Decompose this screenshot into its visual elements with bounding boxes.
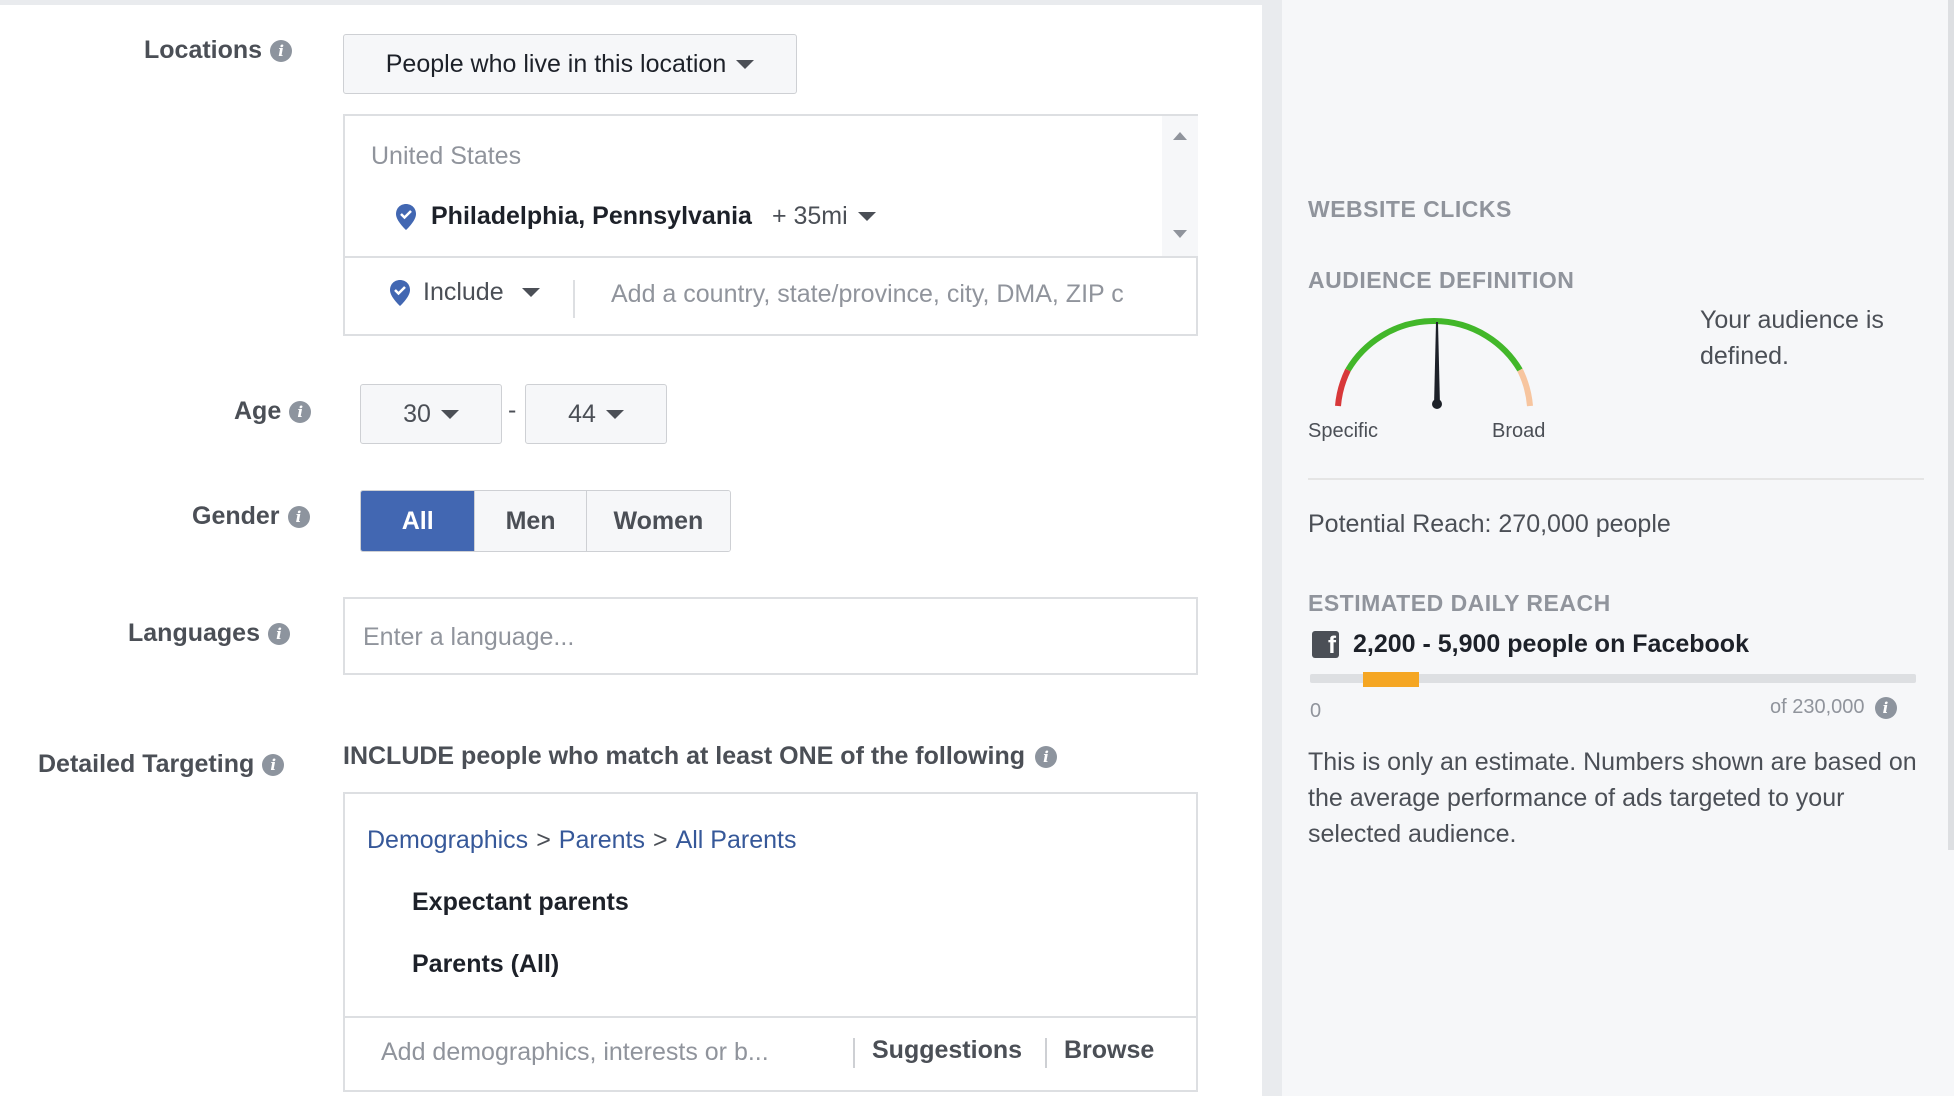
languages-label: Languages bbox=[128, 619, 290, 648]
reach-separator bbox=[1308, 478, 1924, 480]
reach-bar-fill bbox=[1363, 672, 1419, 687]
detailed-targeting-box: Demographics > Parents > All Parents Exp… bbox=[343, 792, 1198, 1092]
audience-panel bbox=[1282, 0, 1954, 1096]
reach-max-label: of 230,000 bbox=[1770, 696, 1865, 718]
audience-definition-title: AUDIENCE DEFINITION bbox=[1308, 267, 1575, 293]
breadcrumb-all-parents[interactable]: All Parents bbox=[676, 826, 797, 855]
language-input-placeholder: Enter a language... bbox=[363, 623, 575, 651]
gender-label-text: Gender bbox=[192, 502, 280, 530]
info-icon[interactable] bbox=[270, 39, 293, 62]
reach-bar-track bbox=[1310, 672, 1916, 687]
gender-all-button[interactable]: All bbox=[361, 491, 476, 551]
info-icon[interactable] bbox=[287, 505, 310, 528]
daily-reach-title: ESTIMATED DAILY REACH bbox=[1308, 590, 1611, 616]
targeting-separator bbox=[345, 1016, 1196, 1018]
languages-label-text: Languages bbox=[128, 619, 260, 647]
location-radius: + 35mi bbox=[771, 202, 848, 230]
location-list: United States Philadelphia, Pennsylvania… bbox=[345, 116, 1162, 258]
age-label: Age bbox=[234, 397, 312, 426]
daily-reach-value: 2,200 - 5,900 people on Facebook bbox=[1353, 630, 1749, 658]
audience-gauge bbox=[1335, 318, 1533, 409]
age-min-dropdown[interactable]: 30 bbox=[360, 384, 502, 444]
chevron-down-icon bbox=[440, 409, 459, 419]
detailed-targeting-label: Detailed Targeting bbox=[38, 750, 285, 779]
suggestions-button[interactable]: Suggestions bbox=[872, 1036, 1022, 1065]
targeting-breadcrumb: Demographics > Parents > All Parents bbox=[367, 826, 796, 855]
age-label-text: Age bbox=[234, 397, 282, 425]
scroll-up-icon[interactable] bbox=[1173, 132, 1187, 140]
gauge-green-arc bbox=[1345, 318, 1523, 372]
locations-label-text: Locations bbox=[144, 36, 263, 64]
targeting-search-input[interactable]: Add demographics, interests or b... bbox=[381, 1038, 811, 1067]
gender-men-button[interactable]: Men bbox=[475, 491, 587, 551]
gauge-peach-arc bbox=[1517, 368, 1533, 407]
browse-button[interactable]: Browse bbox=[1064, 1036, 1154, 1065]
reach-disclaimer: This is only an estimate. Numbers shown … bbox=[1308, 748, 1917, 848]
location-pin-icon bbox=[390, 279, 410, 306]
location-search-input[interactable]: Add a country, state/province, city, DMA… bbox=[611, 280, 1167, 309]
reach-min-label: 0 bbox=[1310, 700, 1322, 722]
info-icon[interactable] bbox=[1874, 696, 1897, 719]
breadcrumb-parents[interactable]: Parents bbox=[559, 826, 645, 855]
gauge-needle bbox=[1434, 322, 1440, 406]
age-max-value: 44 bbox=[568, 399, 596, 428]
location-type-dropdown[interactable]: People who live in this location bbox=[343, 34, 797, 94]
audience-status-text: Your audience is defined. bbox=[1700, 306, 1884, 370]
instruction-text: INCLUDE people who match at least ONE of… bbox=[343, 742, 1025, 770]
country-label: United States bbox=[371, 142, 522, 170]
location-scrollbar[interactable] bbox=[1162, 116, 1198, 256]
location-pin-icon bbox=[396, 203, 416, 230]
suggestions-divider bbox=[853, 1038, 855, 1068]
reach-max-group: of 230,000 bbox=[1770, 696, 1897, 719]
location-radius-dropdown[interactable]: + 35mi bbox=[772, 202, 876, 231]
gender-label: Gender bbox=[192, 502, 310, 531]
gauge-broad-label: Broad bbox=[1492, 420, 1546, 442]
browse-divider bbox=[1045, 1038, 1047, 1068]
breadcrumb-separator: > bbox=[536, 826, 551, 854]
include-dropdown[interactable]: Include bbox=[389, 278, 540, 307]
gauge-specific-label: Specific bbox=[1308, 420, 1379, 442]
objective-title: WEBSITE CLICKS bbox=[1308, 196, 1512, 222]
potential-reach-text: Potential Reach: 270,000 people bbox=[1308, 510, 1671, 538]
locations-separator bbox=[345, 256, 1196, 258]
targeting-item[interactable]: Expectant parents bbox=[412, 888, 629, 917]
gender-segmented-control: All Men Women bbox=[360, 490, 731, 552]
scroll-down-icon[interactable] bbox=[1173, 230, 1187, 238]
targeting-item[interactable]: Parents (All) bbox=[412, 950, 559, 979]
panel-scrollbar[interactable] bbox=[1948, 0, 1954, 850]
location-type-value: People who live in this location bbox=[385, 49, 727, 78]
chevron-down-icon bbox=[736, 59, 755, 69]
age-min-value: 30 bbox=[403, 399, 431, 428]
breadcrumb-demographics[interactable]: Demographics bbox=[367, 826, 528, 855]
locations-box: United States Philadelphia, Pennsylvania… bbox=[343, 114, 1198, 336]
daily-reach-row: f 2,200 - 5,900 people on Facebook bbox=[1312, 630, 1749, 659]
chevron-down-icon bbox=[521, 288, 540, 297]
location-city: Philadelphia, Pennsylvania bbox=[431, 202, 752, 230]
gauge-red-arc bbox=[1335, 368, 1351, 407]
location-item[interactable]: Philadelphia, Pennsylvania + 35mi bbox=[395, 202, 876, 231]
include-label: Include bbox=[423, 278, 504, 306]
gender-women-button[interactable]: Women bbox=[586, 491, 730, 551]
top-divider bbox=[0, 0, 1262, 5]
detailed-targeting-instruction: INCLUDE people who match at least ONE of… bbox=[343, 742, 1057, 771]
info-icon[interactable] bbox=[262, 753, 285, 776]
info-icon[interactable] bbox=[267, 622, 290, 645]
breadcrumb-separator: > bbox=[652, 826, 668, 854]
include-divider bbox=[573, 280, 575, 318]
facebook-icon: f bbox=[1312, 631, 1339, 658]
age-max-dropdown[interactable]: 44 bbox=[525, 384, 667, 444]
age-separator: - bbox=[508, 396, 517, 424]
locations-label: Locations bbox=[144, 36, 293, 65]
info-icon[interactable] bbox=[1034, 745, 1057, 768]
chevron-down-icon bbox=[605, 409, 624, 419]
detailed-targeting-label-text: Detailed Targeting bbox=[38, 750, 255, 778]
chevron-down-icon bbox=[857, 212, 876, 221]
info-icon[interactable] bbox=[289, 400, 312, 423]
gauge-needle-base bbox=[1432, 399, 1442, 409]
language-input[interactable]: Enter a language... bbox=[343, 597, 1198, 675]
panel-divider bbox=[1262, 0, 1282, 1096]
